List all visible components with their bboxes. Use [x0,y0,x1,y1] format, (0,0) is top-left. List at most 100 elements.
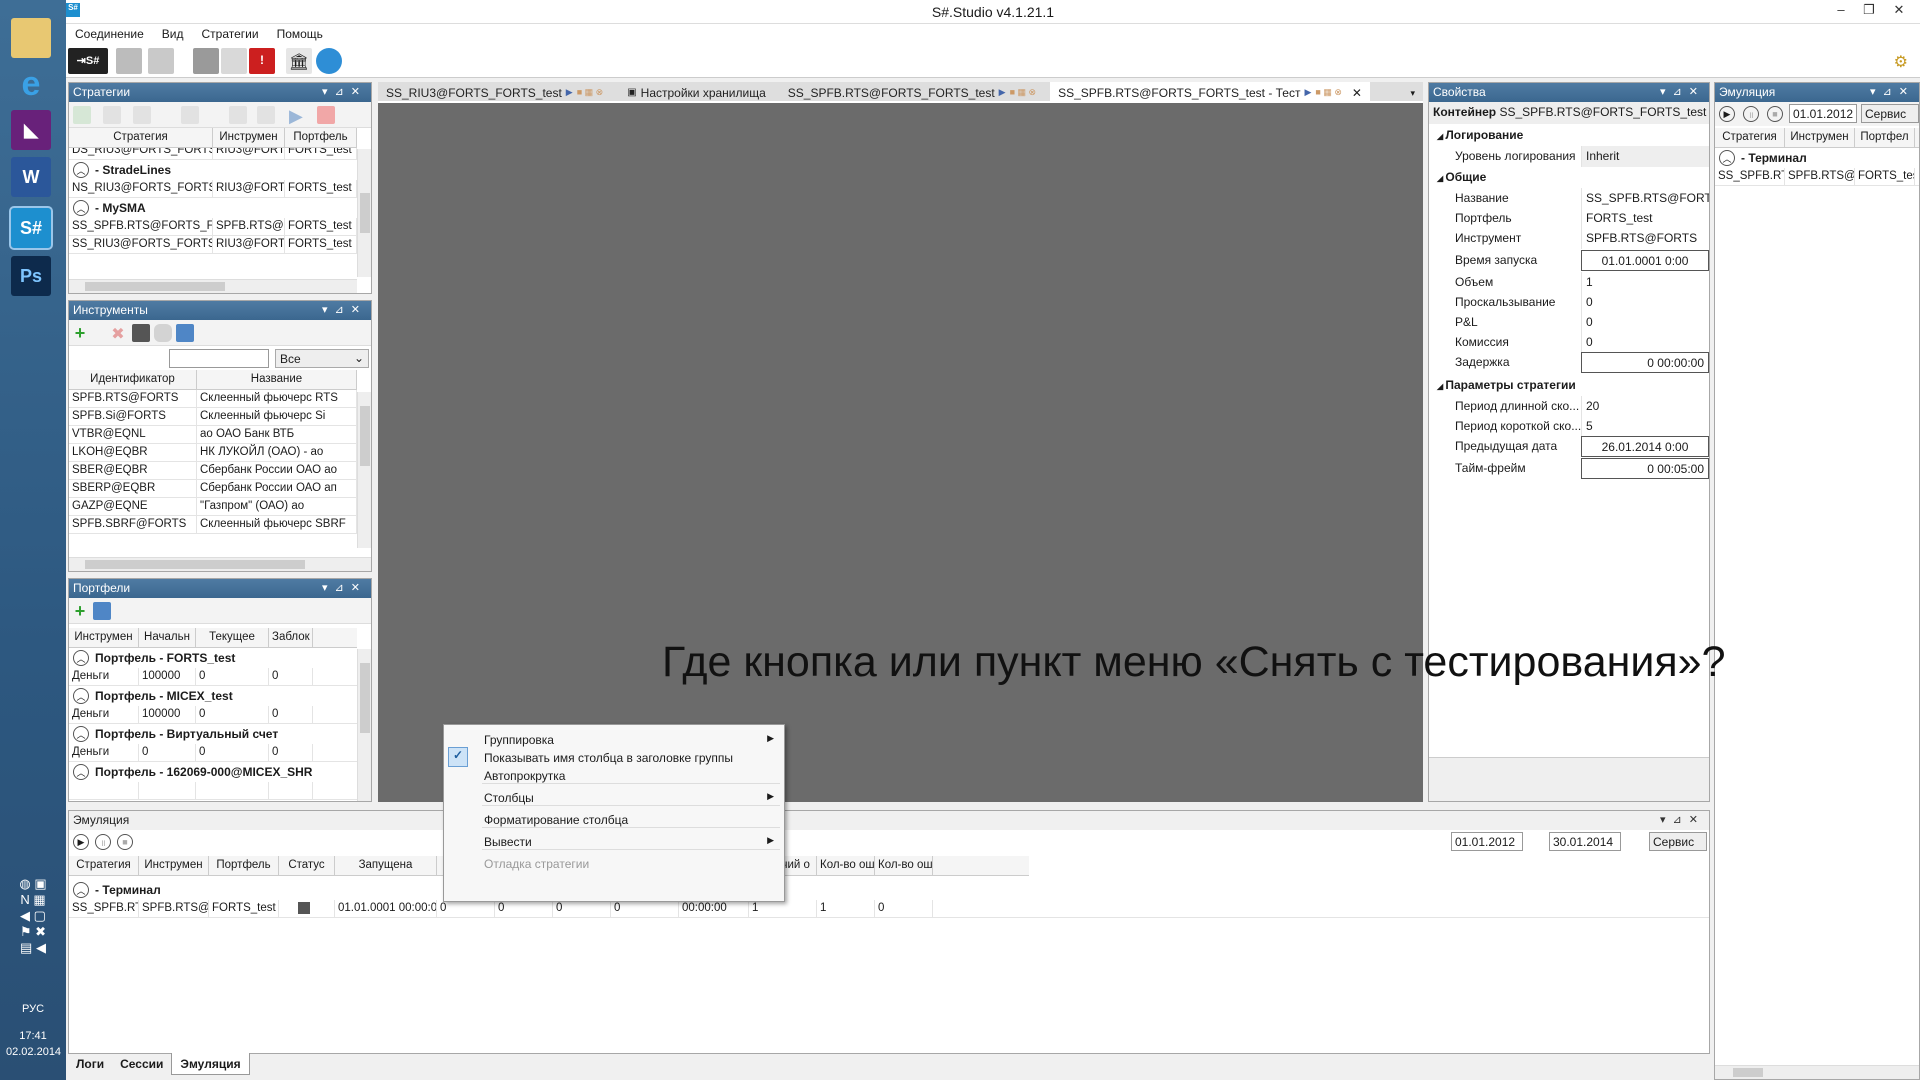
visual-studio-icon[interactable]: ◣ [11,110,51,150]
menu-view[interactable]: Вид [153,24,193,41]
tab-storage-settings[interactable]: ▣ Настройки хранилища [611,82,774,103]
property-value[interactable]: 0 [1581,292,1709,313]
tab-riu3-strategy[interactable]: SS_RIU3@FORTS_FORTS_test ▶ ■ ▦ ⊗ [378,82,611,103]
add-instrument-icon[interactable]: + [71,324,89,342]
play-icon[interactable]: ▶ [1719,106,1735,122]
menu-help[interactable]: Помощь [268,24,332,41]
start-icon[interactable]: ▶ [289,106,307,126]
table-row[interactable]: GAZP@EQNE "Газпром" (ОАО) ао [69,498,357,516]
close-tab-icon[interactable]: ✕ [1352,86,1362,100]
service-dropdown[interactable]: Сервис [1649,832,1707,851]
panel-controls[interactable]: ▾⊿✕ [322,85,367,98]
options-gear-icon[interactable]: ⚙ [1894,52,1908,72]
add-portfolio-icon[interactable]: + [71,602,89,620]
table-row[interactable]: VTBR@EQNL ао ОАО Банк ВТБ [69,426,357,444]
alert-icon[interactable]: ! [249,48,275,74]
property-value[interactable]: 20 [1581,396,1709,417]
vertical-scrollbar[interactable] [357,149,371,277]
table-row[interactable]: Деньги 0 0 0 [69,744,357,762]
panel-controls[interactable]: ▾⊿✕ [322,303,367,316]
menu-strategies[interactable]: Стратегии [192,24,267,41]
tab-logs[interactable]: Логи [68,1053,112,1075]
pause-icon[interactable]: ॥ [95,834,111,850]
table-row[interactable]: SS_SPFB.RTS@FORTS_FOFSPFB.RTS@FFORTS_tes… [69,218,357,236]
instrument-filter-select[interactable]: Все ⌄ [275,349,369,368]
group-header[interactable]: ︿ - Терминал [1715,148,1919,168]
collapse-icon[interactable]: ︿ [73,162,89,178]
col-strategy[interactable]: Стратегия [69,128,213,147]
file-explorer-icon[interactable] [11,18,51,58]
table-row[interactable]: SS_RIU3@FORTS_FORTS_t RIU3@FORT FORTS_test [69,236,357,254]
group-header[interactable]: ︿ Портфель - MICEX_test [69,686,357,706]
property-value[interactable]: SPFB.RTS@FORTS [1581,228,1709,249]
col-portfolio[interactable]: Портфель [285,128,357,147]
col-initial[interactable]: Начальн [139,628,196,647]
add-container-icon[interactable] [181,106,199,124]
binoculars-icon[interactable] [132,324,150,342]
tab-spfb-test-active[interactable]: SS_SPFB.RTS@FORTS_FORTS_test - Тест ▶ ■ ▦ … [1050,82,1370,103]
col-instrument[interactable]: Инструмен [69,628,139,647]
vertical-scrollbar[interactable] [357,649,371,801]
copy-strategy-icon[interactable] [103,106,121,124]
column-header[interactable]: Статус [279,856,335,875]
collapse-icon[interactable]: ︿ [73,764,89,780]
property-row[interactable]: Портфель FORTS_test [1429,208,1709,229]
column-header[interactable]: Инструмен [139,856,209,875]
service-dropdown[interactable]: Сервис [1861,104,1919,123]
property-value[interactable]: 1 [1581,272,1709,293]
photoshop-icon[interactable]: Ps [11,256,51,296]
database-icon[interactable] [154,324,172,342]
group-header[interactable]: ︿ - Терминал [69,880,1709,900]
property-section[interactable]: ◢ Логирование [1429,126,1709,144]
stop-icon[interactable]: ■ [117,834,133,850]
column-header[interactable]: Портфель [209,856,279,875]
col-portfolio[interactable]: Портфел [1855,128,1915,147]
instrument-search-input[interactable] [169,349,269,368]
remove-strategy-icon[interactable] [133,106,151,124]
column-header[interactable]: Кол-во ош [875,856,933,875]
panel-controls[interactable]: ▾⊿✕ [1660,85,1705,98]
col-identifier[interactable]: Идентификатор [69,370,197,389]
table-row[interactable]: SS_SPFB.RTSSPFB.RTS@FFORTS_tes [1715,168,1919,186]
property-value[interactable]: 0 00:05:00 [1581,458,1709,479]
collapse-icon[interactable]: ︿ [73,200,89,216]
property-value[interactable]: 26.01.2014 0:00 [1581,436,1709,457]
tab-sessions[interactable]: Сессии [112,1053,171,1075]
container-selector[interactable]: Контейнер SS_SPFB.RTS@FORTS_FORTS_test -… [1429,102,1709,124]
column-header[interactable]: Стратегия [69,856,139,875]
minimize-button[interactable]: – [1828,2,1854,20]
col-current[interactable]: Текущее [196,628,269,647]
import-icon[interactable] [93,602,111,620]
panel-controls[interactable]: ▾⊿✕ [1870,85,1915,98]
emulation-to-date[interactable]: 30.01.2014 [1549,832,1621,851]
collapse-icon[interactable]: ︿ [73,688,89,704]
property-row[interactable]: Период короткой ско... 5 [1429,416,1709,437]
collapse-icon[interactable]: ︿ [73,650,89,666]
property-row[interactable]: Уровень логирования Inherit [1429,146,1709,167]
property-row[interactable]: Объем 1 [1429,272,1709,293]
table-row[interactable]: SPFB.RTS@FORTS Склеенный фьючерс RTS [69,390,357,408]
col-blocked[interactable]: Заблок [269,628,313,647]
property-value[interactable]: 01.01.0001 0:00 [1581,250,1709,271]
delete-instrument-icon[interactable]: ✖ [109,324,127,343]
group-header[interactable]: ︿ Портфель - 162069-000@MICEX_SHR [69,762,357,782]
settings-gear-icon[interactable] [116,48,142,74]
property-row[interactable]: Время запуска 01.01.0001 0:00 [1429,250,1709,271]
property-row[interactable]: Предыдущая дата 26.01.2014 0:00 [1429,436,1709,457]
property-value[interactable]: 0 [1581,332,1709,353]
property-value[interactable]: 0 [1581,312,1709,333]
import-icon[interactable] [176,324,194,342]
col-strategy[interactable]: Стратегия [1715,128,1785,147]
search-icon[interactable] [229,106,247,124]
property-row[interactable]: НазваниеSS_SPFB.RTS@FORTS_ [1429,188,1709,209]
stocksharp-icon[interactable]: S# [9,206,53,250]
emulation-start-date[interactable]: 01.01.2012 [1789,104,1857,123]
play-icon[interactable]: ▶ [73,834,89,850]
property-section[interactable]: ◢ Параметры стратегии [1429,376,1709,394]
stop-icon[interactable]: ■ [1767,106,1783,122]
property-value[interactable]: 5 [1581,416,1709,437]
tray-icons[interactable]: ◍ ▣ N ▦ ◀ ▢ ⚑ ✖ ▤ ◀ [6,876,60,956]
tab-spfb-strategy[interactable]: SS_SPFB.RTS@FORTS_FORTS_test ▶ ■ ▦ ⊗ [774,82,1044,103]
add-strategy-icon[interactable] [73,106,91,124]
clock-time[interactable]: 17:41 [6,1030,60,1042]
